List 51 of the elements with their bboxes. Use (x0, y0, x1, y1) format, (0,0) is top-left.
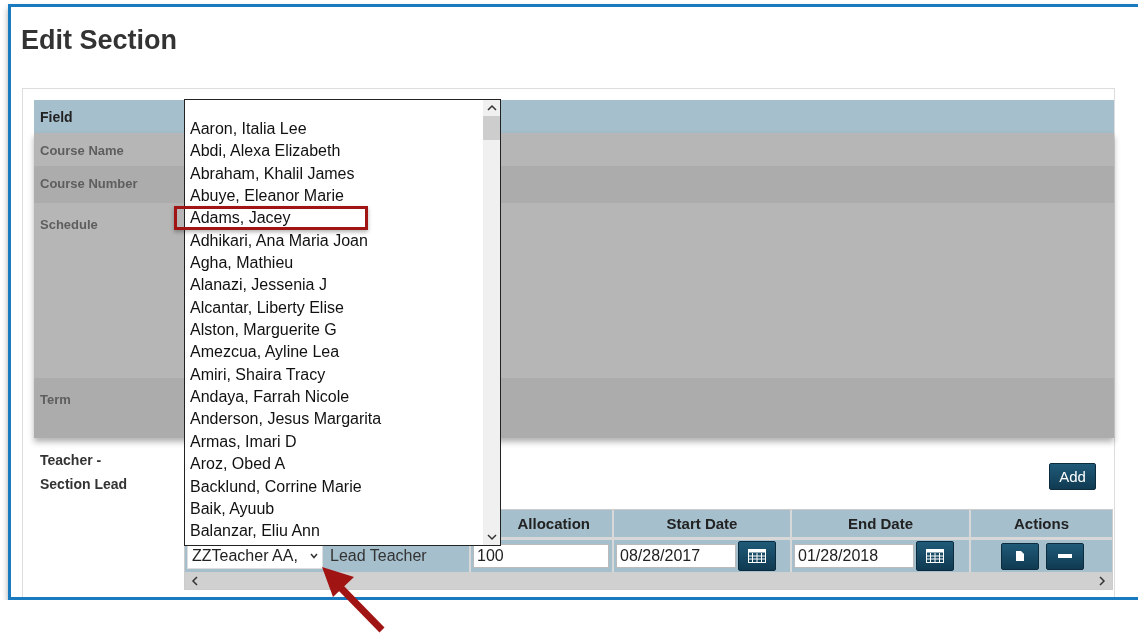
chevron-up-icon[interactable] (486, 104, 497, 112)
dropdown-option[interactable]: Adhikari, Ana Maria Joan (190, 229, 368, 253)
column-header: Field (39, 108, 74, 125)
dropdown-option[interactable]: Aaron, Italia Lee (190, 118, 307, 141)
minus-icon (1058, 554, 1072, 558)
dropdown-option[interactable]: Alanazi, Jessenia J (190, 274, 327, 297)
scrollbar-thumb[interactable] (483, 116, 500, 140)
document-icon (1015, 550, 1025, 562)
vertical-scrollbar[interactable] (483, 100, 500, 545)
dropdown-option[interactable]: Alcantar, Liberty Elise (190, 296, 344, 320)
dropdown-option[interactable]: Backlund, Corrine Marie (190, 475, 362, 498)
pointer-arrow (322, 567, 386, 633)
dropdown-option[interactable]: Amezcua, Ayline Lea (190, 341, 340, 364)
caret-down-icon (310, 553, 318, 559)
field-label: Teacher - Section Lead (40, 451, 129, 494)
dropdown-option[interactable]: Anderson, Jesus Margarita (190, 408, 382, 431)
end-date-field[interactable]: 01/28/2018 (794, 544, 914, 568)
start-date-field[interactable]: 08/28/2017 (616, 544, 736, 568)
dropdown-option[interactable]: Agha, Mathieu (190, 252, 294, 275)
field-label: Schedule (40, 217, 98, 232)
calendar-icon (748, 549, 766, 563)
dropdown-option[interactable]: Baik, Ayuub (190, 497, 275, 521)
column-header: Start Date (612, 510, 790, 537)
chevron-left-icon[interactable] (191, 575, 199, 586)
horizontal-scrollbar[interactable] (185, 572, 1112, 589)
chevron-down-icon[interactable] (486, 533, 497, 541)
page-title: Edit Section (20, 24, 178, 57)
dropdown-option[interactable]: Amiri, Shaira Tracy (190, 363, 326, 387)
dropdown-option[interactable]: Abdi, Alexa Elizabeth (190, 140, 341, 163)
calendar-button[interactable] (916, 541, 954, 571)
add-button[interactable]: Add (1049, 463, 1096, 490)
calendar-button[interactable] (738, 541, 776, 571)
field-label: Term (40, 392, 71, 407)
dropdown-option[interactable]: Aroz, Obed A (190, 453, 286, 476)
dropdown-option[interactable]: Alston, Marguerite G (190, 319, 337, 342)
dropdown-option[interactable]: Armas, Imari D (190, 430, 297, 454)
column-header: End Date (790, 510, 969, 537)
remove-button[interactable] (1046, 542, 1084, 570)
allocation-field[interactable]: 100 (473, 544, 609, 568)
dropdown-option[interactable]: Abraham, Khalil James (190, 162, 355, 186)
table-cell-text: Lead Teacher (329, 546, 428, 566)
copy-button[interactable] (1001, 542, 1039, 570)
field-label: Course Name (40, 143, 124, 158)
field-label: Course Number (40, 176, 138, 191)
column-header: Actions (969, 510, 1112, 537)
dropdown-option[interactable]: Andaya, Farrah Nicole (190, 386, 350, 409)
dropdown-option[interactable]: Abuye, Eleanor Marie (190, 185, 344, 208)
chevron-right-icon[interactable] (1098, 575, 1106, 586)
dropdown-option[interactable]: Adams, Jacey (190, 207, 291, 230)
calendar-icon (926, 549, 944, 563)
dropdown-option[interactable]: Balanzar, Eliu Ann (190, 520, 320, 543)
